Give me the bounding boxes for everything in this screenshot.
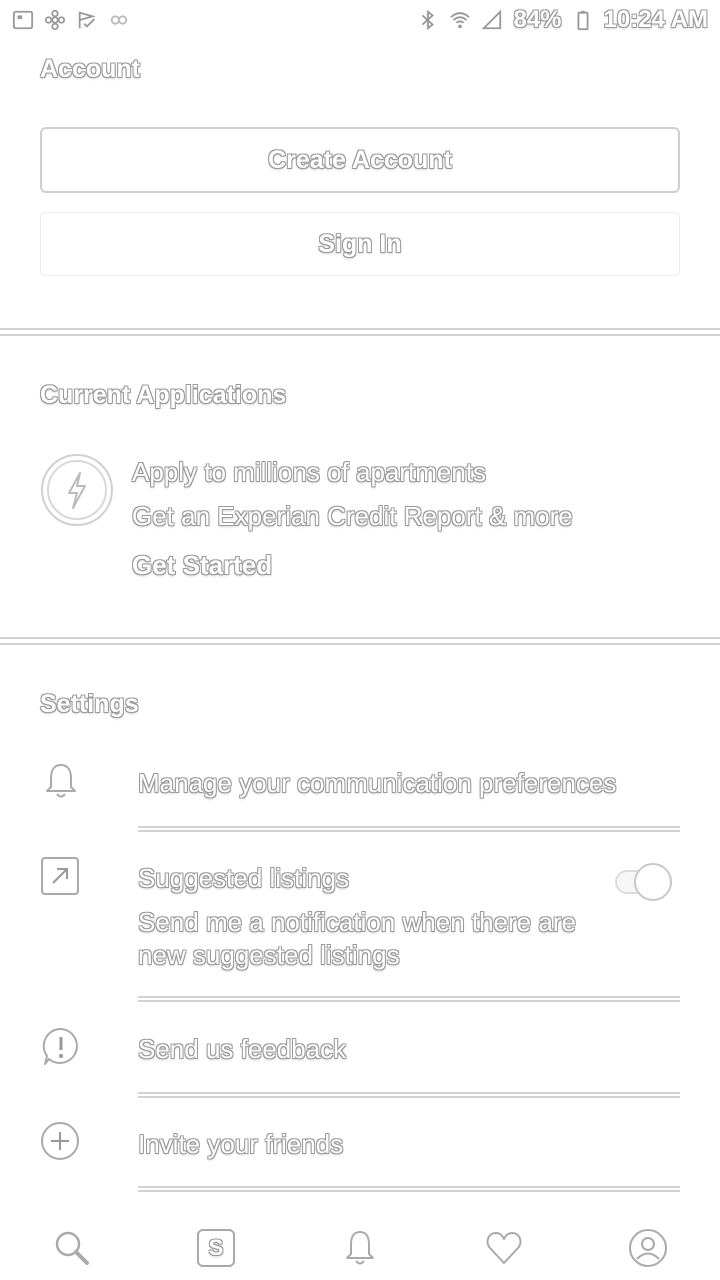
feedback-bubble-icon	[42, 1027, 78, 1065]
section-divider	[0, 328, 720, 336]
setting-send-feedback[interactable]: Send us feedback	[40, 1026, 680, 1076]
apply-line-2: Get an Experian Credit Report & more	[132, 501, 573, 531]
section-divider	[0, 637, 720, 645]
battery-percent: 84%	[513, 6, 562, 33]
pinwheel-icon	[44, 9, 66, 31]
search-icon	[55, 1231, 89, 1265]
nav-saved-searches[interactable]: S	[186, 1218, 246, 1278]
apply-card[interactable]: Apply to millions of apartments Get an E…	[40, 450, 680, 590]
nav-favorites[interactable]	[474, 1218, 534, 1278]
setting-communication-preferences[interactable]: Manage your communication preferences	[40, 760, 680, 830]
apply-text: Apply to millions of apartments Get an E…	[132, 450, 573, 538]
clock: 10:24 AM	[603, 6, 708, 33]
infinity-icon	[110, 15, 128, 25]
apply-line-1: Apply to millions of apartments	[132, 457, 487, 487]
row-divider	[138, 1186, 680, 1192]
applications-section-title: Current Applications	[40, 381, 287, 409]
settings-section-title: Settings	[40, 690, 139, 718]
row-divider	[138, 826, 680, 832]
setting-label: Send us feedback	[138, 1034, 347, 1064]
create-account-button[interactable]: Create Account	[40, 127, 680, 193]
status-bar: 84% 10:24 AM	[0, 0, 720, 40]
row-divider	[138, 1092, 680, 1098]
setting-description: Send me a notification when there are ne…	[138, 907, 576, 970]
suggested-listings-toggle[interactable]	[614, 862, 674, 902]
bottom-navigation: S	[0, 1215, 720, 1280]
notifications-bell-icon	[346, 1230, 374, 1264]
bell-icon	[46, 764, 76, 798]
setting-label: Manage your communication preferences	[138, 768, 617, 798]
wifi-icon	[450, 12, 471, 29]
add-friend-icon	[41, 1122, 79, 1160]
get-started-link[interactable]: Get Started	[132, 550, 272, 581]
sign-in-button[interactable]: Sign In	[40, 212, 680, 276]
setting-invite-friends[interactable]: Invite your friends	[40, 1121, 680, 1171]
lightning-bolt-icon	[41, 454, 113, 526]
row-divider	[138, 996, 680, 1002]
account-section-title: Account	[40, 55, 140, 83]
setting-label: Invite your friends	[138, 1129, 344, 1159]
nav-notifications[interactable]	[330, 1218, 390, 1278]
gallery-icon	[12, 10, 34, 30]
favorites-heart-icon	[486, 1231, 522, 1264]
status-right-icons: 84% 10:24 AM	[417, 6, 708, 34]
battery-icon	[577, 10, 589, 31]
status-left-icons	[12, 9, 130, 31]
nav-search[interactable]	[42, 1218, 102, 1278]
bluetooth-icon	[422, 9, 435, 31]
flag-check-icon	[78, 11, 96, 29]
saved-searches-icon: S	[197, 1228, 235, 1267]
setting-suggested-listings: Suggested listings Send me a notificatio…	[40, 856, 680, 986]
setting-label: Suggested listings	[138, 863, 350, 893]
nav-profile[interactable]	[618, 1218, 678, 1278]
arrow-up-right-icon	[41, 857, 79, 895]
profile-icon	[629, 1228, 667, 1267]
signal-icon	[482, 9, 502, 30]
